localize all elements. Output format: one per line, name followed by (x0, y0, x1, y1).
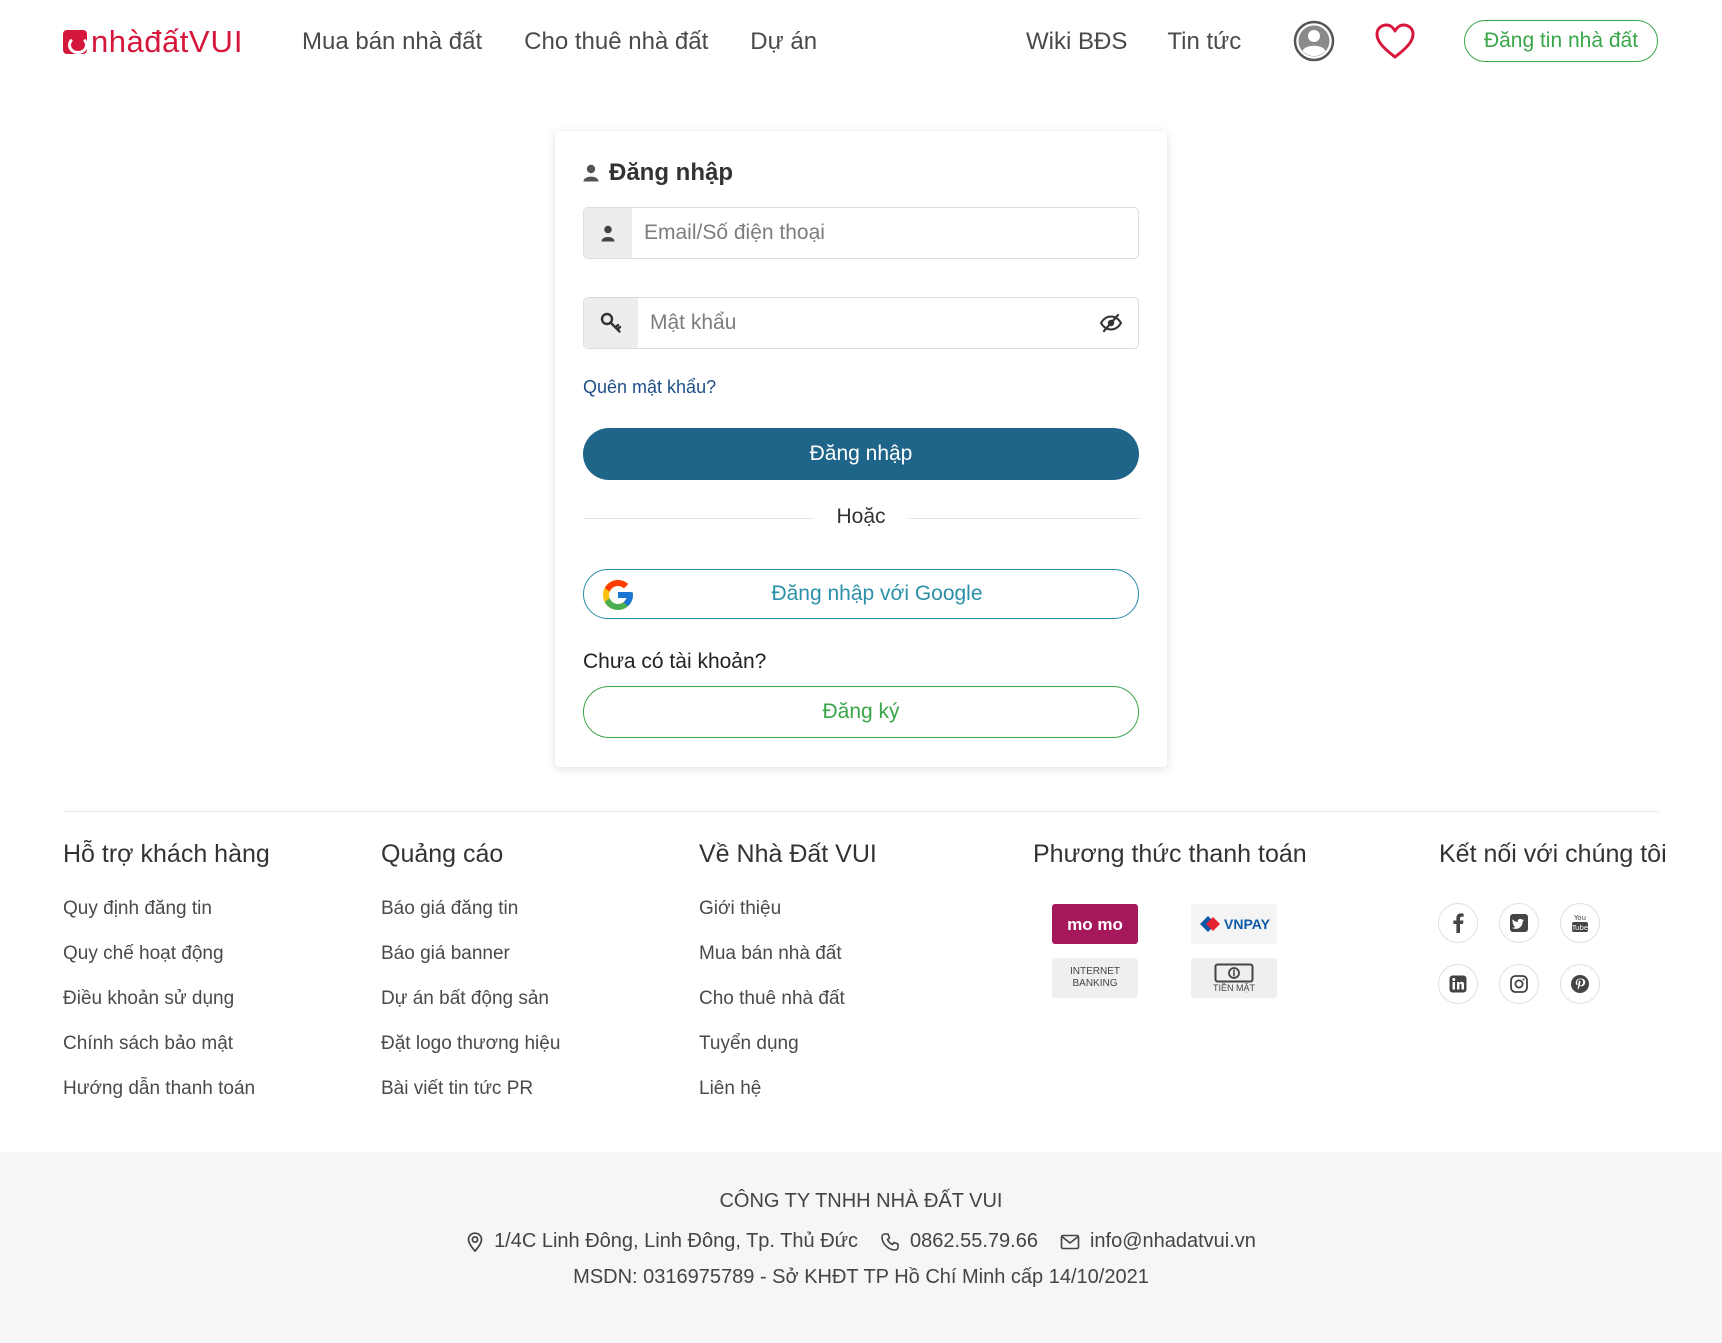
register-button[interactable]: Đăng ký (583, 686, 1139, 738)
login-title-text: Đăng nhập (609, 159, 733, 186)
footer-link[interactable]: Báo giá banner (381, 943, 510, 964)
linkedin-icon[interactable] (1438, 964, 1478, 1004)
email-field (583, 207, 1139, 259)
address-item: 1/4C Linh Đông, Linh Đông, Tp. Thủ Đức (466, 1230, 858, 1253)
cash-logo: TIỀN MẶT (1191, 958, 1277, 998)
logo-text-mid: đất (144, 24, 189, 59)
google-login-button[interactable]: Đăng nhập với Google (583, 569, 1139, 619)
nav-projects[interactable]: Dự án (750, 28, 817, 56)
email-field-addon (584, 208, 632, 258)
svg-text:You: You (1573, 914, 1586, 922)
footer-about-title: Về Nhà Đất VUI (699, 840, 877, 868)
facebook-icon[interactable] (1438, 903, 1478, 943)
secondary-nav: Wiki BĐS Tin tức (1026, 24, 1241, 60)
twitter-icon[interactable] (1499, 903, 1539, 943)
password-input[interactable] (638, 299, 1096, 347)
user-circle-icon[interactable] (1293, 20, 1335, 62)
footer-social-title: Kết nối với chúng tôi (1439, 840, 1667, 868)
footer-payment-column: Phương thức thanh toán (1033, 840, 1307, 898)
footer-link[interactable]: Giới thiệu (699, 898, 781, 919)
key-icon (600, 312, 622, 333)
eye-slash-icon (1099, 313, 1123, 333)
login-submit-button[interactable]: Đăng nhập (583, 428, 1139, 480)
main-nav: Mua bán nhà đất Cho thuê nhà đất Dự án (302, 24, 817, 60)
phone-icon (881, 1232, 899, 1251)
company-name: CÔNG TY TNHH NHÀ ĐẤT VUI (719, 1190, 1003, 1212)
cash-icon (1214, 963, 1254, 983)
footer-link[interactable]: Quy định đăng tin (63, 898, 212, 919)
toggle-password-visibility[interactable] (1096, 308, 1126, 338)
user-icon (601, 225, 615, 241)
nav-wiki[interactable]: Wiki BĐS (1026, 28, 1127, 56)
email-text: info@nhadatvui.vn (1089, 1230, 1256, 1252)
password-field-addon (584, 298, 638, 348)
footer-link[interactable]: Liên hệ (699, 1078, 761, 1099)
footer-link[interactable]: Tuyển dụng (699, 1033, 799, 1054)
momo-logo: mo mo (1052, 904, 1138, 944)
footer-social-column: Kết nối với chúng tôi (1439, 840, 1667, 898)
logo-text-suffix: VUI (188, 24, 244, 59)
footer-link[interactable]: Bài viết tin tức PR (381, 1078, 533, 1099)
pinterest-icon[interactable] (1560, 964, 1600, 1004)
map-pin-icon (467, 1231, 483, 1252)
email-input[interactable] (632, 209, 1138, 257)
footer-link[interactable]: Dự án bất động sản (381, 988, 549, 1009)
vnpay-mark-icon (1200, 916, 1221, 932)
email-item[interactable]: info@nhadatvui.vn (1060, 1230, 1256, 1253)
svg-text:Tube: Tube (1571, 924, 1588, 932)
google-icon (603, 580, 633, 610)
footer-link[interactable]: Cho thuê nhà đất (699, 988, 845, 1009)
nav-rent[interactable]: Cho thuê nhà đất (524, 28, 708, 56)
heart-icon[interactable] (1374, 22, 1416, 60)
google-login-label: Đăng nhập với Google (771, 582, 983, 605)
footer-link[interactable]: Mua bán nhà đất (699, 943, 842, 964)
footer-link[interactable]: Đặt logo thương hiệu (381, 1033, 560, 1054)
footer-support-column: Hỗ trợ khách hàng Quy định đăng tin Quy … (63, 840, 270, 1123)
footer-payment-title: Phương thức thanh toán (1033, 840, 1307, 868)
password-field (583, 297, 1139, 349)
footer-support-title: Hỗ trợ khách hàng (63, 840, 270, 868)
youtube-icon[interactable]: You Tube (1560, 903, 1600, 943)
no-account-text: Chưa có tài khoản? (583, 650, 767, 673)
login-title: Đăng nhập (583, 159, 733, 187)
logo-mark-icon (63, 30, 88, 54)
payment-methods: mo mo VNPAY INTERNET BANKING TIỀN MẶT (1052, 904, 1282, 1004)
footer-link[interactable]: Hướng dẫn thanh toán (63, 1078, 255, 1099)
site-header: nhàđấtVUI Mua bán nhà đất Cho thuê nhà đ… (0, 0, 1722, 84)
forgot-password-link[interactable]: Quên mật khẩu? (583, 377, 716, 398)
nav-buy-sell[interactable]: Mua bán nhà đất (302, 28, 482, 56)
envelope-icon (1060, 1234, 1080, 1249)
logo-text-prefix: nhà (91, 24, 145, 59)
footer-link[interactable]: Điều khoản sử dụng (63, 988, 234, 1009)
footer-bottom-bar: CÔNG TY TNHH NHÀ ĐẤT VUI 1/4C Linh Đông,… (0, 1152, 1722, 1343)
contact-row: 1/4C Linh Đông, Linh Đông, Tp. Thủ Đức 0… (0, 1230, 1722, 1253)
footer-link[interactable]: Chính sách bảo mật (63, 1033, 233, 1054)
footer-divider (63, 811, 1659, 812)
footer-link[interactable]: Báo giá đăng tin (381, 898, 518, 919)
user-icon (583, 164, 599, 182)
address-text: 1/4C Linh Đông, Linh Đông, Tp. Thủ Đức (494, 1230, 859, 1252)
phone-text: 0862.55.79.66 (910, 1230, 1038, 1252)
phone-item[interactable]: 0862.55.79.66 (880, 1230, 1038, 1253)
business-registration: MSDN: 0316975789 - Sở KHĐT TP Hồ Chí Min… (573, 1266, 1149, 1288)
post-listing-button[interactable]: Đăng tin nhà đất (1464, 20, 1658, 62)
footer-ads-title: Quảng cáo (381, 840, 504, 868)
internet-banking-logo: INTERNET BANKING (1052, 958, 1138, 998)
instagram-icon[interactable] (1499, 964, 1539, 1004)
footer-ads-column: Quảng cáo Báo giá đăng tin Báo giá banne… (381, 840, 560, 1123)
footer-link[interactable]: Quy chế hoạt động (63, 943, 224, 964)
or-text: Hoặc (836, 505, 886, 528)
nav-news[interactable]: Tin tức (1167, 28, 1241, 56)
login-card: Đăng nhập Quên mật khẩu? Đăng nh (555, 131, 1167, 767)
site-logo[interactable]: nhàđấtVUI (63, 24, 244, 60)
vnpay-logo: VNPAY (1191, 904, 1277, 944)
footer-about-column: Về Nhà Đất VUI Giới thiệu Mua bán nhà đấ… (699, 840, 877, 1123)
